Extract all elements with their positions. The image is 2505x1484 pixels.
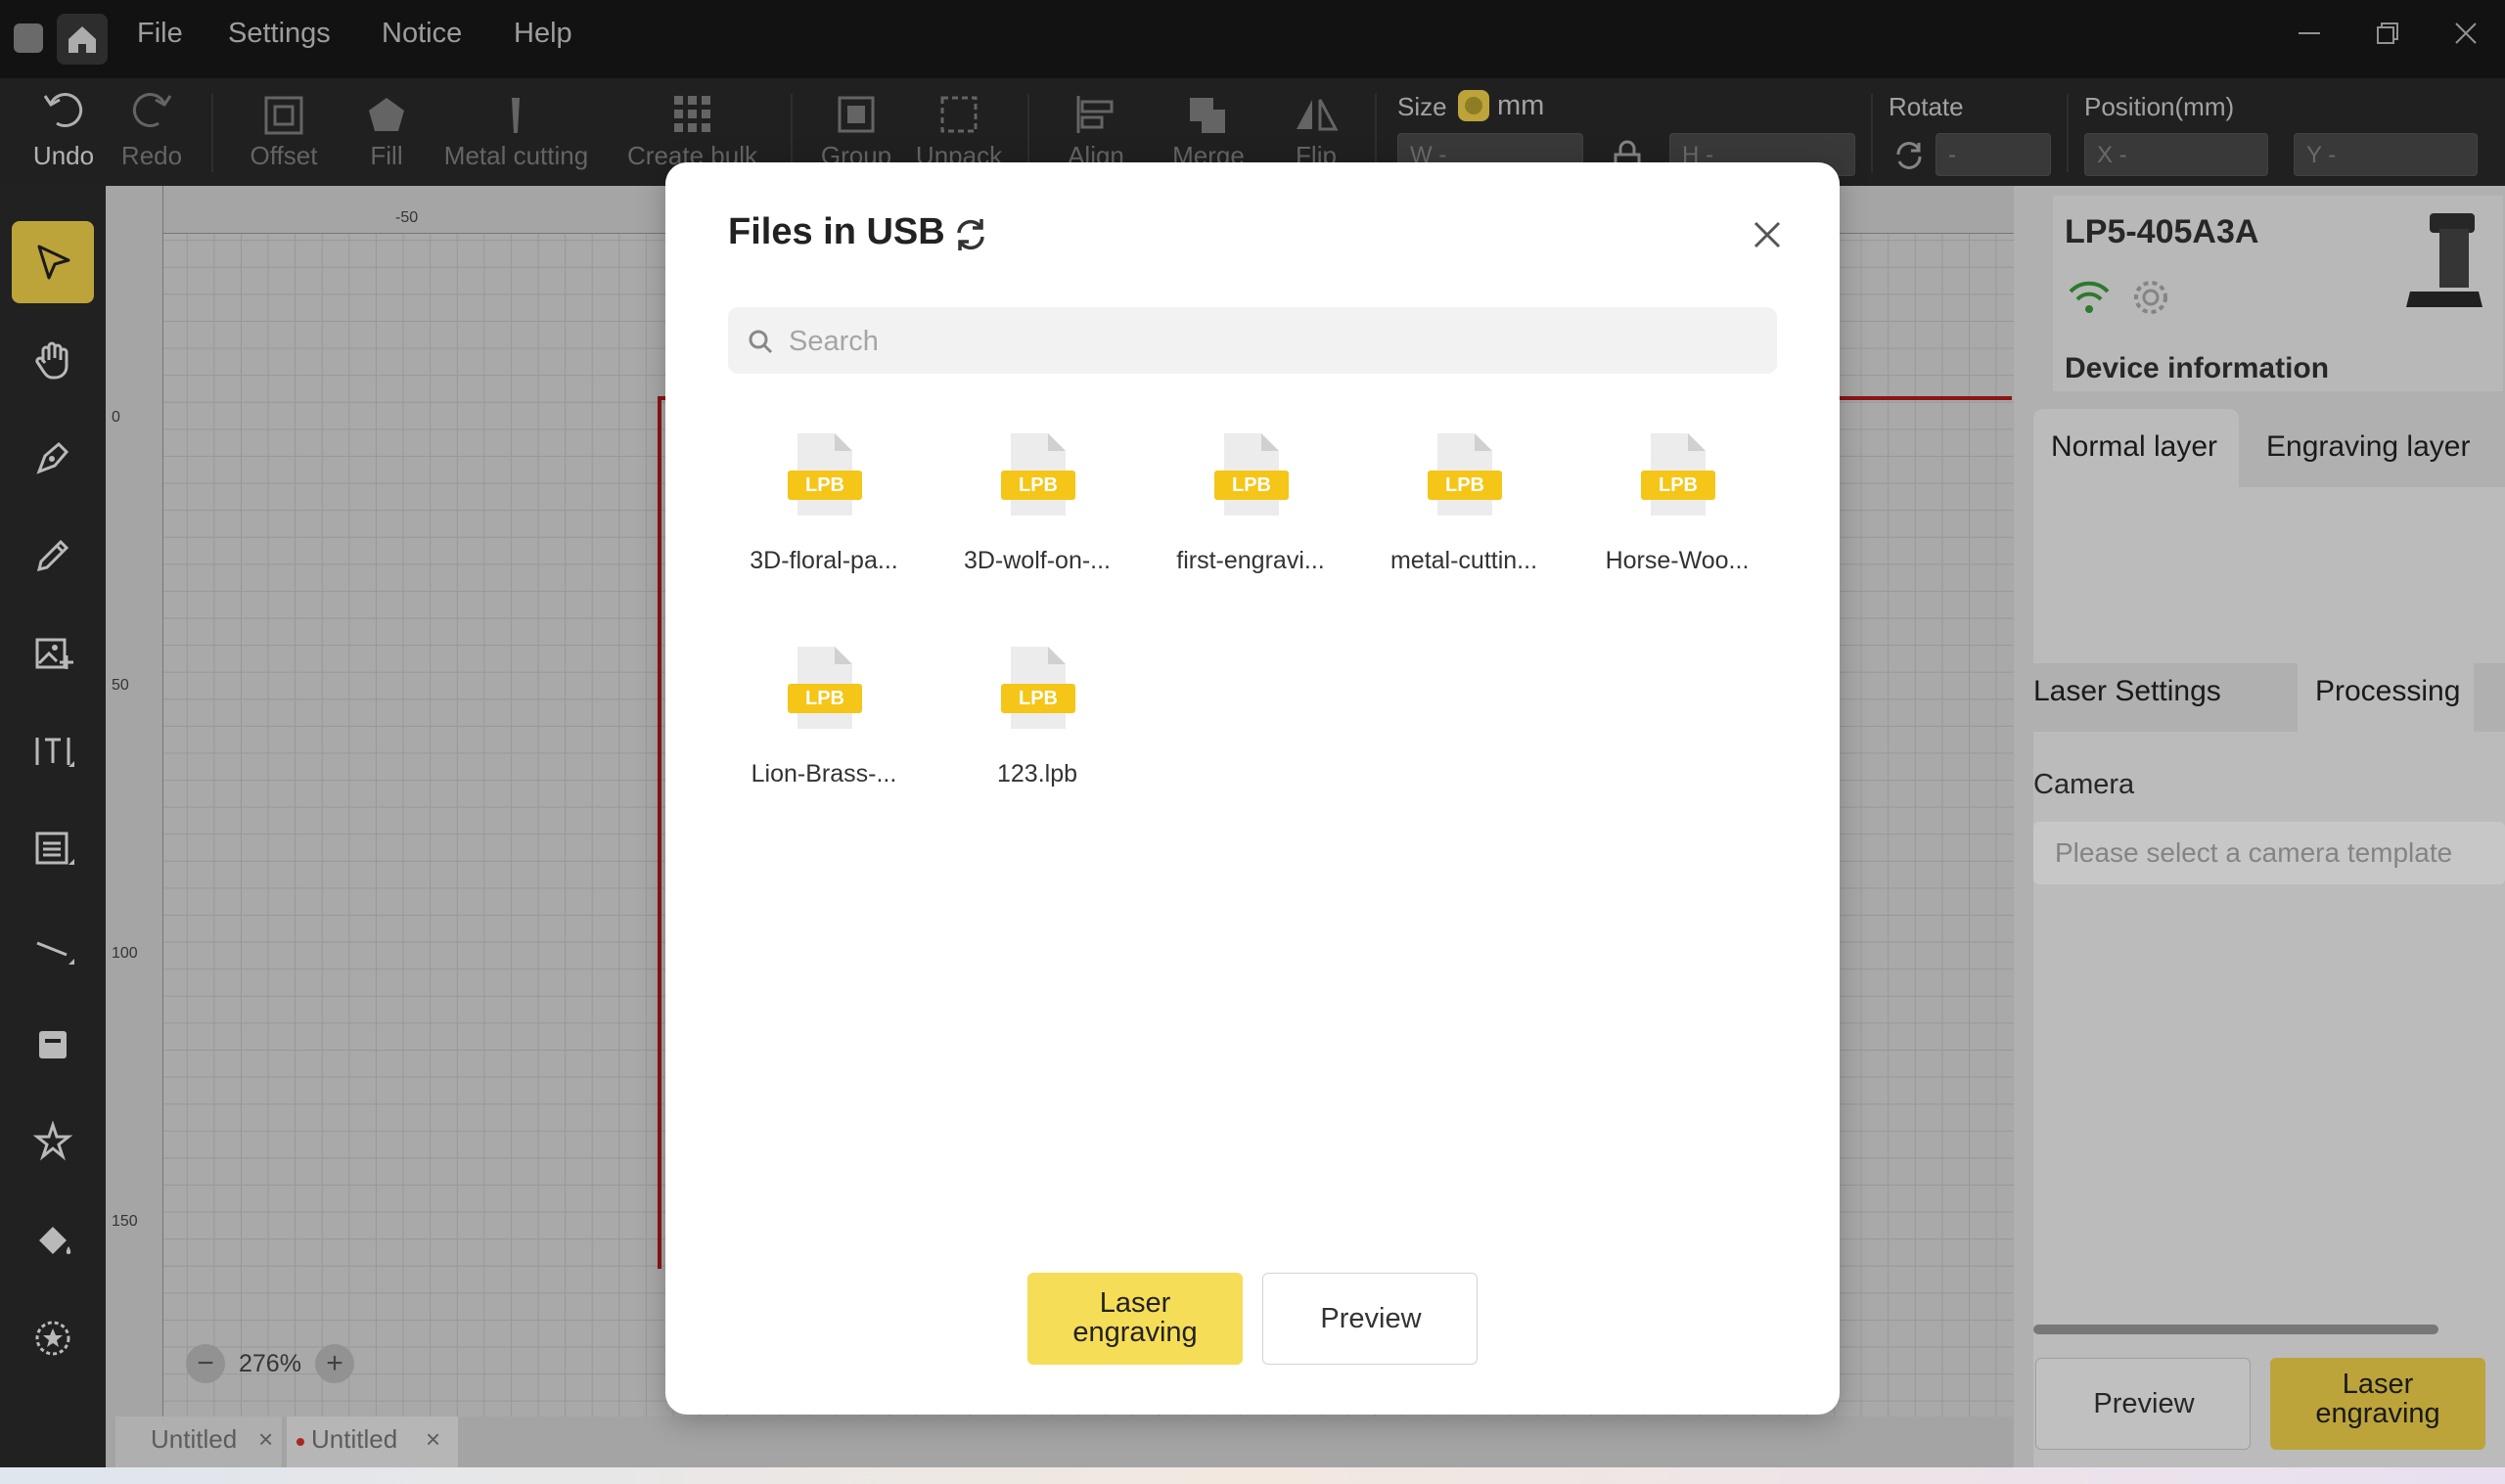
- refresh-icon[interactable]: [951, 215, 990, 254]
- lpb-file-icon: LPB: [1641, 433, 1715, 516]
- file-badge: LPB: [805, 688, 844, 709]
- file-name: 123.lpb: [996, 760, 1078, 787]
- file-badge: LPB: [1445, 474, 1484, 496]
- file-name: 3D-wolf-on-...: [963, 547, 1112, 574]
- search-icon: [749, 330, 773, 354]
- file-name: first-engravi...: [1176, 547, 1325, 574]
- search-bar: [728, 307, 1777, 376]
- files-in-usb-dialog: Files in USB Laser engraving Preview LPB…: [665, 162, 1840, 1415]
- file-badge: LPB: [1019, 688, 1058, 709]
- file-name: Horse-Woo...: [1605, 547, 1750, 574]
- file-name: metal-cuttin...: [1389, 547, 1538, 574]
- usb-file-item[interactable]: LPB Horse-Woo...: [1579, 431, 1775, 607]
- file-badge: LPB: [1232, 474, 1271, 496]
- lpb-file-icon: LPB: [1428, 433, 1502, 516]
- lpb-file-icon: LPB: [788, 433, 862, 516]
- lpb-file-icon: LPB: [788, 647, 862, 729]
- taskbar-strip: [0, 1467, 2505, 1484]
- close-icon[interactable]: [1750, 217, 1785, 252]
- file-name: 3D-floral-pa...: [750, 547, 898, 574]
- file-name: Lion-Brass-...: [751, 760, 897, 787]
- lpb-file-icon: LPB: [1214, 433, 1289, 516]
- usb-file-item[interactable]: LPB first-engravi...: [1153, 431, 1348, 607]
- lpb-file-icon: LPB: [1001, 433, 1075, 516]
- file-badge: LPB: [805, 474, 844, 496]
- dialog-title: Files in USB: [728, 211, 945, 252]
- usb-file-item[interactable]: LPB 3D-floral-pa...: [726, 431, 922, 607]
- usb-file-item[interactable]: LPB metal-cuttin...: [1366, 431, 1562, 607]
- usb-file-item[interactable]: LPB Lion-Brass-...: [726, 645, 922, 821]
- preview-label: Preview: [1320, 1303, 1422, 1334]
- usb-file-item[interactable]: LPB 3D-wolf-on-...: [939, 431, 1135, 607]
- file-badge: LPB: [1659, 474, 1698, 496]
- preview-button[interactable]: Preview: [1262, 1273, 1478, 1365]
- file-badge: LPB: [1019, 474, 1058, 496]
- laser-engraving-button[interactable]: Laser engraving: [1027, 1273, 1243, 1365]
- usb-file-item[interactable]: LPB 123.lpb: [939, 645, 1135, 821]
- lpb-file-icon: LPB: [1001, 647, 1075, 729]
- laser-engraving-label: Laser engraving: [1072, 1287, 1198, 1348]
- search-input[interactable]: [787, 307, 1750, 376]
